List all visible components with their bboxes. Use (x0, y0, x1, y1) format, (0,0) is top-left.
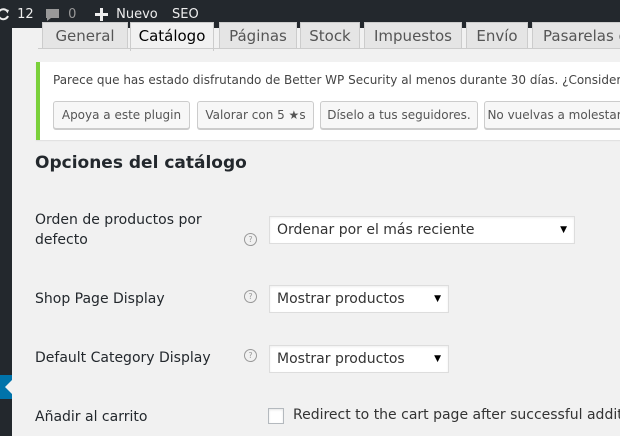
default-sorting-value: Ordenar por el más reciente (277, 222, 475, 238)
comments-count: 0 (68, 7, 77, 22)
updates-count: 12 (17, 7, 34, 22)
help-icon: ? (244, 233, 257, 246)
tab-impuestos[interactable]: Impuestos (364, 22, 462, 49)
tab-paginas[interactable]: Páginas (219, 22, 297, 49)
shop-page-display-select[interactable]: Mostrar productos ▼ (269, 285, 449, 313)
rate-plugin-button[interactable]: Valorar con 5 ★s (197, 101, 314, 129)
notice-text: Parece que has estado disfrutando de Bet… (53, 73, 620, 87)
plus-icon (95, 8, 108, 21)
plugin-notice: Parece que has estado disfrutando de Bet… (36, 62, 620, 140)
updates-icon (0, 7, 9, 20)
redirect-to-cart-checkbox[interactable] (268, 408, 284, 424)
updates-menu[interactable]: 12 (0, 0, 34, 28)
tab-general[interactable]: General (42, 22, 128, 49)
new-label: Nuevo (116, 7, 158, 22)
dropdown-arrow-icon: ▼ (434, 354, 441, 364)
support-plugin-button[interactable]: Apoya a este plugin (53, 101, 190, 129)
tab-envio[interactable]: Envío (466, 22, 528, 49)
help-icon: ? (244, 290, 257, 303)
dropdown-arrow-icon: ▼ (560, 225, 567, 235)
default-sorting-label: Orden de productos por defecto (35, 212, 202, 248)
dropdown-arrow-icon: ▼ (434, 294, 441, 304)
default-category-display-label: Default Category Display (35, 350, 211, 366)
default-category-display-value: Mostrar productos (277, 351, 405, 367)
seo-label: SEO (172, 7, 199, 22)
comment-icon (46, 8, 59, 21)
add-to-cart-label: Añadir al carrito (35, 409, 148, 425)
default-category-display-select[interactable]: Mostrar productos ▼ (269, 345, 449, 373)
tab-stock[interactable]: Stock (300, 22, 360, 49)
shop-page-display-value: Mostrar productos (277, 291, 405, 307)
tab-catalogo[interactable]: Catálogo (130, 22, 214, 51)
tell-followers-button[interactable]: Díselo a tus seguidores. (320, 101, 478, 129)
current-menu-indicator (0, 375, 12, 399)
shop-page-display-label: Shop Page Display (35, 291, 165, 307)
tab-pasarelas[interactable]: Pasarelas de pago (532, 22, 620, 49)
tab-divider (38, 48, 620, 49)
default-sorting-select[interactable]: Ordenar por el más reciente ▼ (269, 216, 575, 244)
redirect-to-cart-label[interactable]: Redirect to the cart page after successf… (293, 407, 620, 423)
help-icon: ? (244, 349, 257, 362)
section-title: Opciones del catálogo (35, 153, 247, 173)
dismiss-notice-button[interactable]: No vuelvas a molestarme (484, 101, 620, 129)
